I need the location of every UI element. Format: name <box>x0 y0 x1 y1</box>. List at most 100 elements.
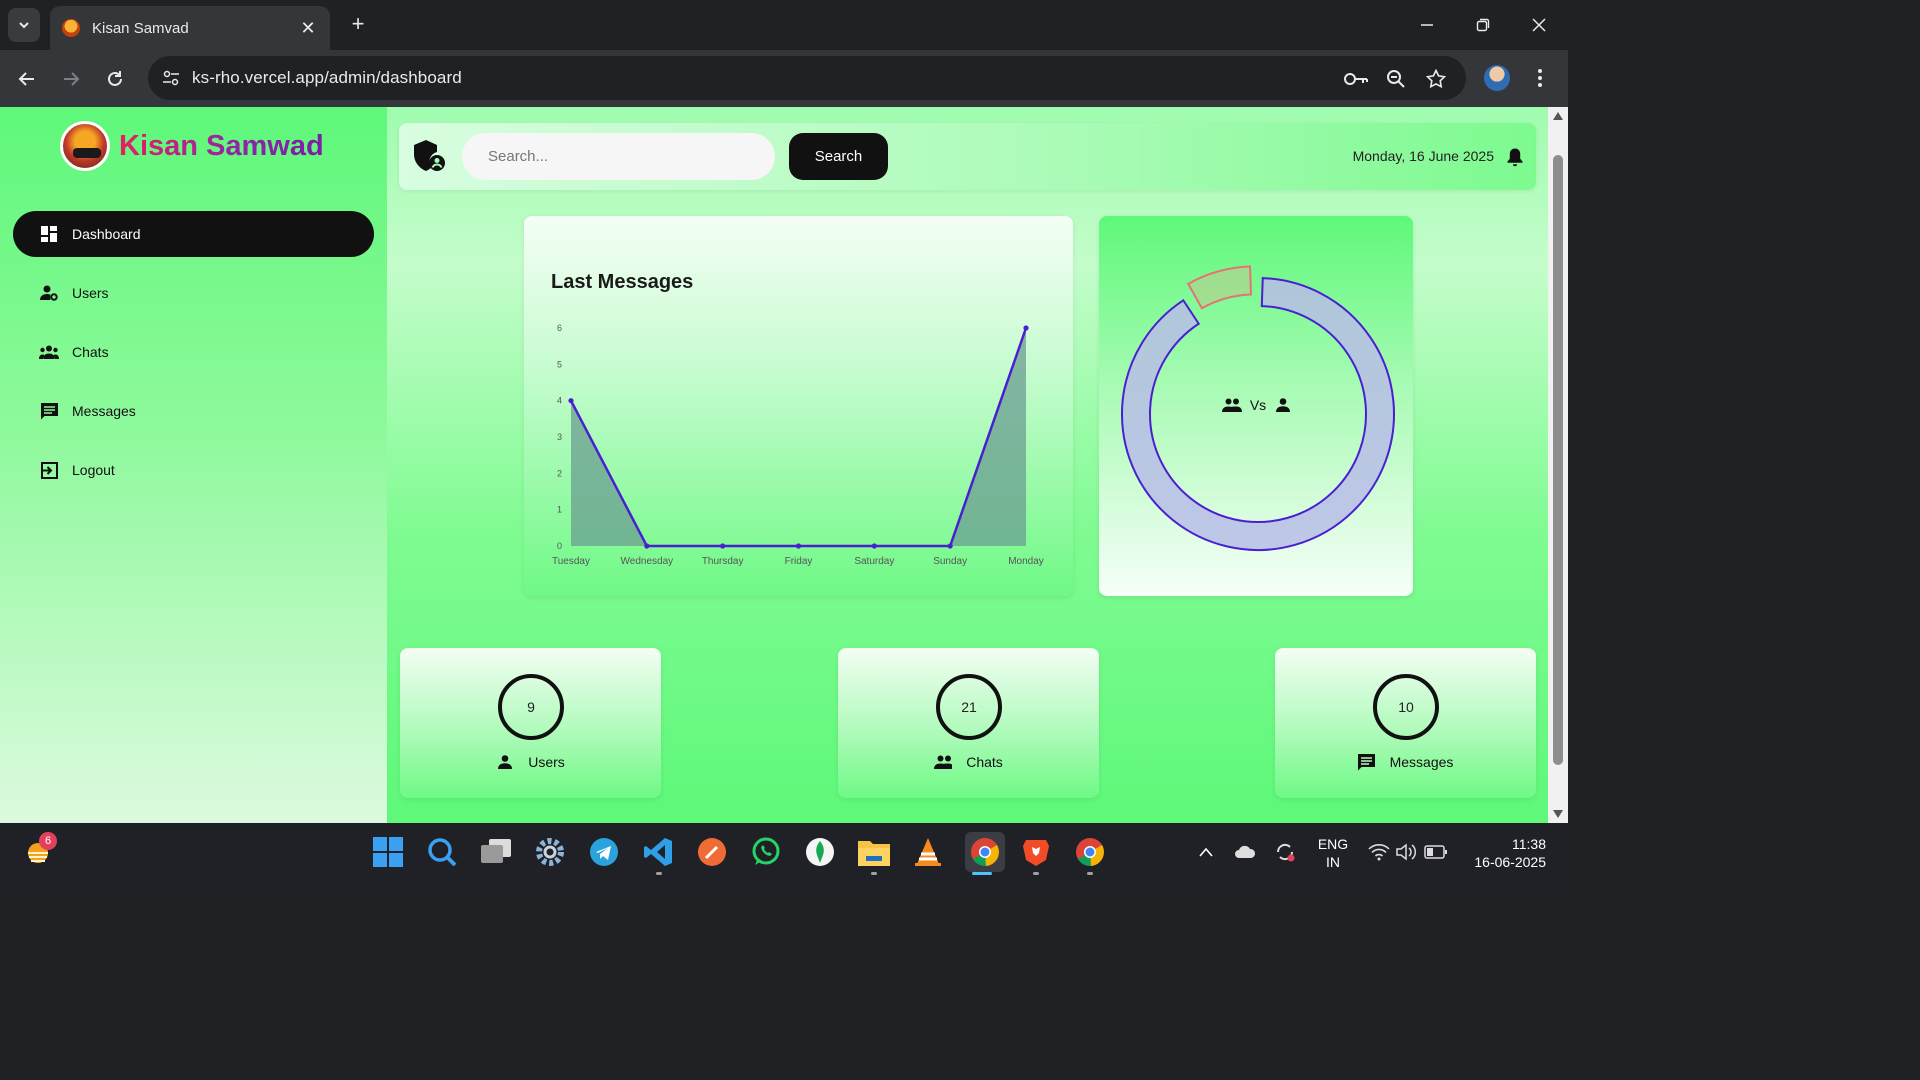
language-indicator[interactable]: ENG IN <box>1312 835 1354 871</box>
stat-label: Messages <box>1389 754 1454 770</box>
vscode-icon <box>644 838 672 866</box>
browser-toolbar: ks-rho.vercel.app/admin/dashboard <box>0 50 1568 107</box>
taskbar-brave[interactable] <box>1019 835 1053 869</box>
sidebar-item-chats[interactable]: Chats <box>13 329 374 375</box>
taskbar-vscode[interactable] <box>641 835 675 869</box>
area-fill <box>571 328 1026 546</box>
sync-tray[interactable] <box>1270 835 1300 869</box>
start-button[interactable] <box>371 835 405 869</box>
stat-label-row: Chats <box>838 753 1099 771</box>
taskbar-settings[interactable] <box>533 835 567 869</box>
zoom-icon[interactable] <box>1384 67 1408 91</box>
stat-card-users: 9 Users <box>400 648 661 798</box>
wifi-icon <box>1368 844 1390 861</box>
telegram-icon <box>590 838 618 866</box>
forward-button[interactable] <box>56 64 86 94</box>
y-tick-label: 5 <box>557 359 562 369</box>
mongodb-icon <box>806 838 834 866</box>
reload-button[interactable] <box>100 64 130 94</box>
minimize-button[interactable] <box>1407 8 1447 42</box>
data-point <box>568 398 574 404</box>
data-point <box>795 543 802 549</box>
users-vs-chats-card: Vs <box>1099 216 1413 596</box>
sidebar-item-label: Chats <box>72 344 109 360</box>
notification-bell-icon[interactable] <box>1506 147 1524 167</box>
scroll-up-icon[interactable] <box>1552 111 1564 121</box>
user-gear-icon <box>39 283 59 303</box>
page-scrollbar[interactable] <box>1548 107 1568 823</box>
data-point <box>720 543 726 549</box>
quick-settings[interactable] <box>1364 835 1452 869</box>
active-indicator <box>972 872 992 875</box>
sidebar-item-users[interactable]: Users <box>13 270 374 316</box>
sidebar-item-messages[interactable]: Messages <box>13 388 374 434</box>
x-tick-label: Monday <box>1008 556 1044 567</box>
tab-search-button[interactable] <box>8 8 40 42</box>
sidebar-item-label: Users <box>72 285 109 301</box>
stat-label-row: Users <box>400 753 661 771</box>
sidebar-item-label: Logout <box>72 462 115 478</box>
search-button[interactable]: Search <box>789 133 888 180</box>
series-line <box>569 327 1028 548</box>
weather-widget[interactable]: 6 <box>22 832 57 869</box>
taskbar-telegram[interactable] <box>587 835 621 869</box>
dashboard-icon <box>39 224 59 244</box>
browser-menu-button[interactable] <box>1528 64 1552 92</box>
taskbar-chrome-profile[interactable] <box>1073 835 1107 869</box>
sidebar-item-dashboard[interactable]: Dashboard <box>13 211 374 257</box>
region-code: IN <box>1326 854 1340 870</box>
postman-icon <box>698 838 726 866</box>
back-button[interactable] <box>12 64 42 94</box>
brave-icon <box>1023 840 1049 866</box>
profile-avatar[interactable] <box>1484 65 1510 91</box>
taskbar-vlc[interactable] <box>911 835 945 869</box>
x-tick-label: Sunday <box>933 556 967 567</box>
url-text: ks-rho.vercel.app/admin/dashboard <box>192 68 462 87</box>
search-input[interactable] <box>462 133 775 180</box>
brand-name: Kisan Samwad <box>119 129 324 162</box>
last-messages-chart: 0 1 2 3 4 5 6 Tuesday Wednesday Thursday Friday Sat… <box>552 323 1044 567</box>
running-indicator <box>1033 872 1039 875</box>
taskbar-file-explorer[interactable] <box>857 835 891 869</box>
taskbar-chrome-active[interactable] <box>965 832 1005 872</box>
bookmark-star-icon[interactable] <box>1424 67 1448 91</box>
y-tick-label: 6 <box>557 323 562 333</box>
scroll-down-icon[interactable] <box>1552 809 1564 819</box>
taskbar-postman[interactable] <box>695 835 729 869</box>
x-tick-label: Tuesday <box>552 556 590 567</box>
main-content: Search Monday, 16 June 2025 Last Message… <box>387 107 1548 823</box>
task-view[interactable] <box>479 835 513 869</box>
sidebar-item-logout[interactable]: Logout <box>13 447 374 493</box>
new-tab-button[interactable]: + <box>344 10 372 38</box>
tab-close-icon[interactable]: ✕ <box>298 18 318 39</box>
address-bar[interactable]: ks-rho.vercel.app/admin/dashboard <box>148 56 1466 100</box>
restore-button[interactable] <box>1463 8 1503 42</box>
folder-icon <box>858 841 890 866</box>
donut-slice-user[interactable] <box>1186 265 1253 310</box>
password-key-icon[interactable] <box>1344 67 1368 91</box>
tab-title: Kisan Samvad <box>92 19 189 37</box>
scrollbar-thumb[interactable] <box>1553 155 1563 765</box>
group-icon <box>934 753 953 771</box>
taskbar-mongodb[interactable] <box>803 835 837 869</box>
last-messages-card: Last Messages 0 1 2 3 4 5 6 Tuesday Wednesday Thu… <box>524 216 1073 596</box>
taskbar-search[interactable] <box>425 835 459 869</box>
donut-slice-group[interactable] <box>1121 277 1395 551</box>
brand-logo <box>60 121 110 171</box>
more-vertical-icon <box>1538 69 1542 87</box>
clock[interactable]: 11:38 16-06-2025 <box>1462 835 1550 871</box>
browser-tab[interactable]: Kisan Samvad ✕ <box>50 6 330 50</box>
close-window-button[interactable] <box>1519 8 1559 42</box>
chrome-icon <box>1076 838 1104 867</box>
site-info-icon[interactable] <box>158 65 184 91</box>
show-hidden-icons[interactable] <box>1191 835 1221 869</box>
sync-icon <box>1276 843 1295 862</box>
onedrive-tray[interactable] <box>1230 835 1260 869</box>
group-icon <box>1221 398 1242 412</box>
vlc-icon <box>915 838 941 866</box>
stat-count: 9 <box>498 674 564 740</box>
taskbar-whatsapp[interactable] <box>749 835 783 869</box>
running-indicator <box>656 872 662 875</box>
stat-label: Chats <box>966 754 1003 770</box>
brand[interactable]: Kisan Samwad <box>60 121 324 171</box>
